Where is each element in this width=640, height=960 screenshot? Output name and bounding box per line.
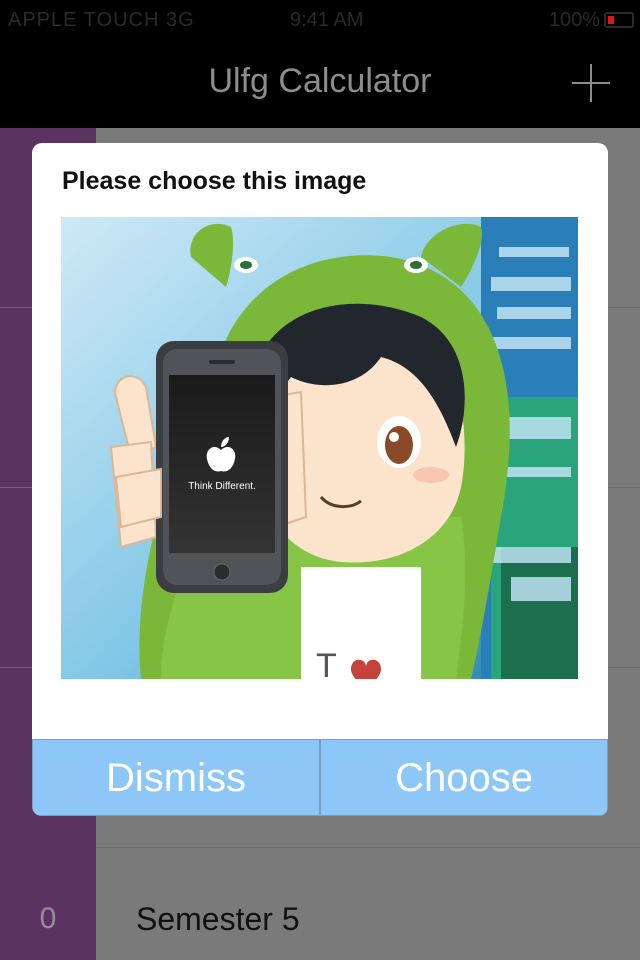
dialog-button-bar: Dismiss Choose [32,739,608,816]
row-count-cell: 0 [0,828,96,960]
image-choice-dialog: Please choose this image T Think Differe… [32,143,608,816]
add-icon[interactable] [572,64,610,102]
battery-icon [604,12,634,28]
battery-percent: 100% [548,9,600,31]
carrier-label: APPLE TOUCH 3G [8,9,195,31]
choose-button[interactable]: Choose [320,739,608,816]
clock: 9:41 AM [290,9,364,31]
shirt-text: T [316,647,337,679]
page-title: Ulfg Calculator [208,62,432,100]
dismiss-button[interactable]: Dismiss [32,739,320,816]
navigation-bar: Ulfg Calculator [0,40,640,128]
row-label: Semester 5 [136,901,300,937]
preview-image: T Think Different. [61,217,578,679]
phone-screen-text: Think Different. [188,481,256,492]
status-bar: APPLE TOUCH 3G 9:41 AM 100% [0,0,640,40]
list-item[interactable]: 0 Semester 5 [0,828,640,960]
dialog-title: Please choose this image [62,167,367,195]
